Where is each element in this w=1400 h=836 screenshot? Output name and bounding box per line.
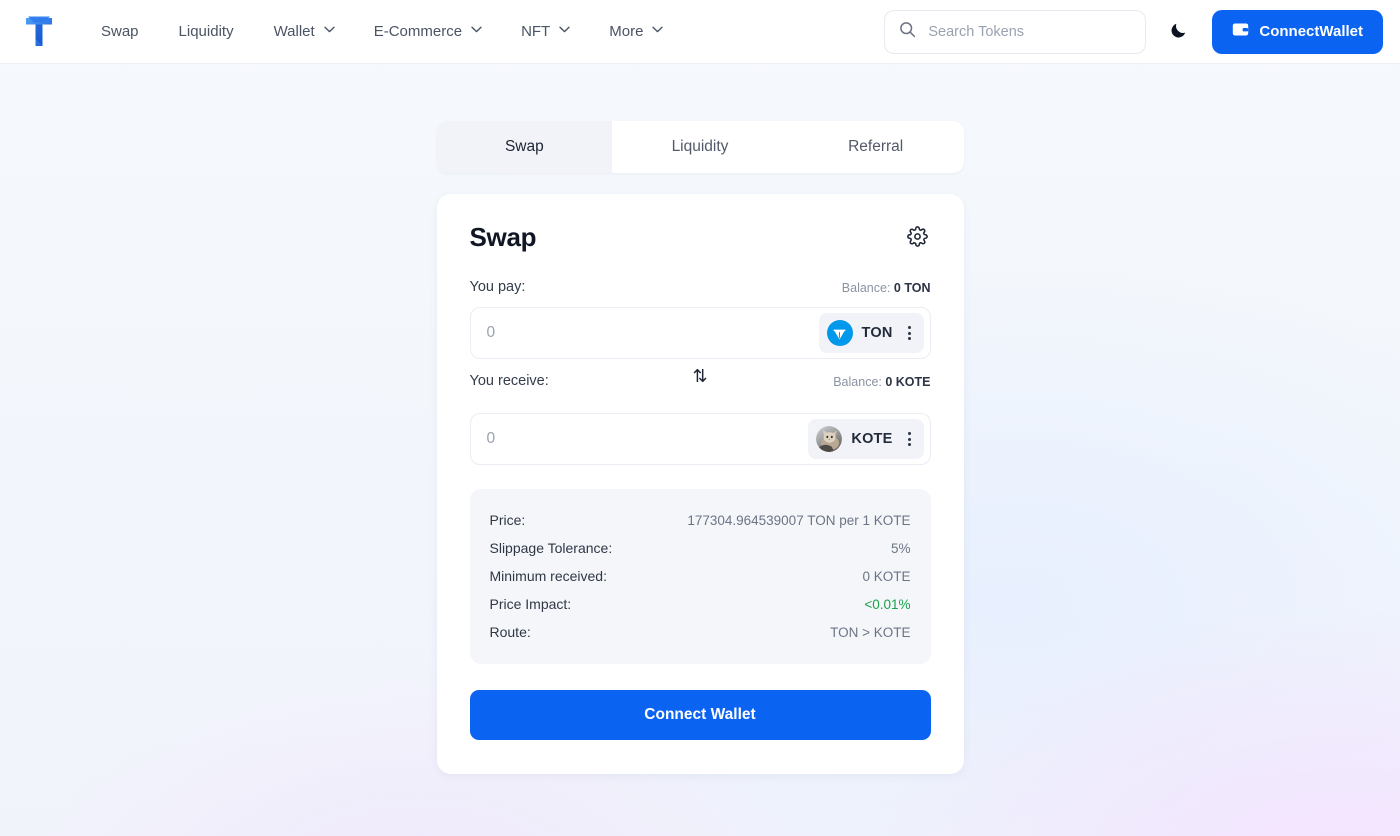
detail-row-price-impact: Price Impact: <0.01%	[490, 590, 911, 618]
nav-label: Swap	[101, 23, 139, 40]
detail-value: 0 KOTE	[862, 569, 911, 584]
connect-wallet-button[interactable]: Connect Wallet	[469, 690, 931, 740]
pay-label: You pay:	[469, 279, 526, 295]
pay-balance: Balance: 0 TON	[842, 281, 931, 295]
tab-swap[interactable]: Swap	[436, 121, 613, 173]
tab-referral[interactable]: Referral	[788, 121, 964, 173]
gear-icon	[907, 225, 928, 250]
receive-balance-prefix: Balance:	[833, 375, 886, 389]
receive-label: You receive:	[469, 373, 549, 389]
receive-token-selector[interactable]: KOTE	[808, 419, 924, 459]
pay-token-selector[interactable]: TON	[818, 313, 924, 353]
receive-token-symbol: KOTE	[851, 431, 893, 447]
main-navigation: Swap Liquidity Wallet E-Commerce NFT Mor…	[81, 15, 682, 48]
connect-wallet-label: ConnectWallet	[1259, 23, 1363, 40]
pay-token-symbol: TON	[861, 325, 893, 341]
swap-card-header: Swap	[470, 222, 931, 253]
tab-label: Liquidity	[671, 138, 729, 155]
search-input[interactable]	[928, 23, 1132, 40]
detail-key: Price Impact:	[489, 596, 572, 612]
chevron-down-icon	[652, 26, 664, 36]
pay-amount-input[interactable]	[486, 324, 819, 342]
detail-value: TON > KOTE	[830, 625, 911, 640]
detail-key: Price:	[489, 512, 526, 528]
detail-row-price: Price: 177304.964539007 TON per 1 KOTE	[490, 506, 911, 534]
top-header: Swap Liquidity Wallet E-Commerce NFT Mor…	[0, 0, 1400, 64]
receive-balance: Balance: 0 KOTE	[833, 375, 930, 389]
connect-wallet-header-button[interactable]: ConnectWallet	[1212, 9, 1383, 54]
receive-balance-value: 0 KOTE	[885, 375, 931, 389]
nav-label: Wallet	[273, 23, 315, 40]
search-icon	[899, 21, 916, 43]
switch-tokens-button[interactable]: ⇅	[688, 363, 711, 389]
search-box[interactable]	[884, 9, 1147, 54]
detail-key: Slippage Tolerance:	[489, 540, 613, 556]
wallet-icon	[1232, 22, 1249, 41]
detail-row-route: Route: TON > KOTE	[490, 618, 911, 646]
detail-value: 177304.964539007 TON per 1 KOTE	[687, 513, 911, 528]
kebab-menu-icon[interactable]	[902, 432, 918, 446]
ton-logo-icon[interactable]	[17, 12, 61, 52]
settings-button[interactable]	[905, 225, 931, 251]
nav-label: E-Commerce	[373, 23, 463, 40]
page-title: Swap	[469, 222, 537, 252]
detail-row-slippage-tolerance: Slippage Tolerance: 5%	[490, 534, 911, 562]
receive-amount-input[interactable]	[486, 430, 809, 448]
tab-label: Referral	[848, 138, 904, 155]
pay-balance-value: 0 TON	[893, 281, 931, 295]
pay-token-row: TON	[469, 307, 931, 359]
detail-key: Minimum received:	[489, 568, 607, 584]
receive-token-row: KOTE	[469, 413, 931, 465]
kote-cat-avatar-icon	[816, 426, 843, 452]
section-tabs: Swap Liquidity Referral	[436, 121, 964, 173]
swap-arrows-icon: ⇅	[692, 366, 708, 386]
moon-icon	[1169, 20, 1189, 43]
swap-card: Swap You pay: Balance: 0 TON 0 TON You r…	[436, 194, 964, 774]
chevron-down-icon	[324, 26, 335, 36]
kebab-menu-icon[interactable]	[902, 326, 918, 340]
detail-row-minimum-received: Minimum received: 0 KOTE	[490, 562, 911, 590]
swap-details-panel: Price: 177304.964539007 TON per 1 KOTE S…	[469, 489, 931, 664]
nav-item-e-commerce[interactable]: E-Commerce	[354, 15, 501, 48]
ton-coin-icon	[826, 320, 853, 346]
nav-item-more[interactable]: More	[589, 15, 682, 48]
detail-value: 5%	[890, 541, 911, 556]
theme-toggle-button[interactable]	[1164, 17, 1194, 47]
nav-item-wallet[interactable]: Wallet	[254, 15, 354, 48]
header-actions: ConnectWallet	[884, 9, 1383, 54]
chevron-down-icon	[559, 26, 570, 36]
detail-key: Route:	[489, 624, 531, 640]
nav-label: More	[609, 23, 644, 40]
detail-value: <0.01%	[864, 597, 911, 612]
tab-liquidity[interactable]: Liquidity	[612, 121, 788, 173]
main-content: Swap Liquidity Referral Swap You pay: Ba…	[0, 64, 1400, 774]
swap-direction-row: You receive: Balance: 0 KOTE ⇅	[470, 359, 931, 403]
tab-label: Swap	[504, 138, 544, 155]
pay-balance-prefix: Balance:	[841, 281, 894, 295]
nav-item-swap[interactable]: Swap	[81, 15, 159, 48]
nav-item-liquidity[interactable]: Liquidity	[159, 15, 254, 48]
chevron-down-icon	[471, 26, 482, 36]
nav-label: NFT	[521, 23, 551, 40]
nav-item-nft[interactable]: NFT	[501, 15, 589, 48]
nav-label: Liquidity	[178, 23, 234, 40]
pay-label-row: You pay: Balance: 0 TON	[470, 279, 931, 295]
